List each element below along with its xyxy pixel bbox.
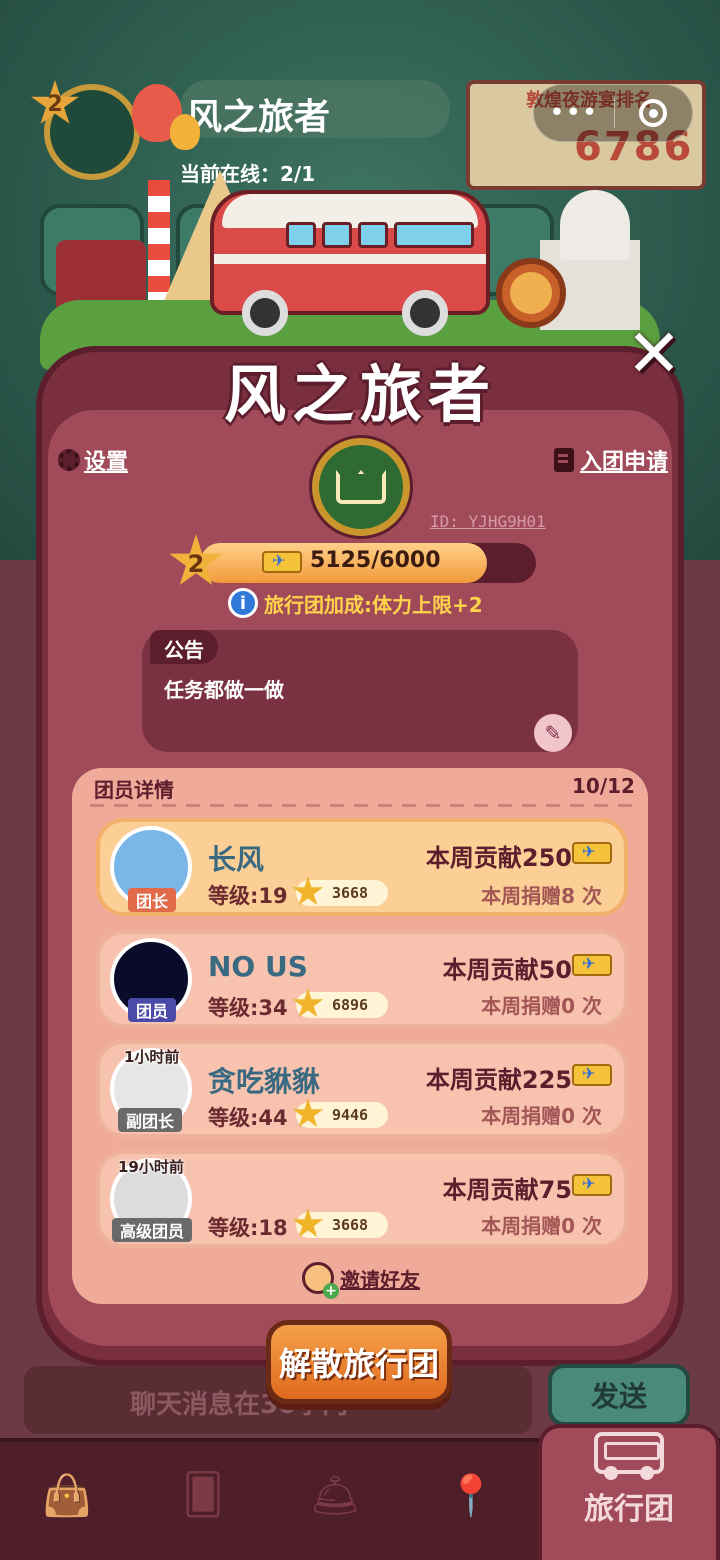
ticket-icon bbox=[572, 842, 612, 864]
member-contribution: 本周贡献75 bbox=[442, 1176, 572, 1204]
invite-friend-icon bbox=[302, 1262, 339, 1299]
close-button[interactable]: ✕ bbox=[622, 321, 686, 387]
lion-face bbox=[510, 272, 552, 314]
ticket-icon bbox=[262, 551, 302, 573]
member-role-badge: 团员 bbox=[128, 998, 177, 1022]
member-contribution: 本周贡献250 bbox=[425, 844, 572, 872]
bus-icon bbox=[594, 1432, 664, 1480]
member-last-online: 1小时前 bbox=[124, 1048, 180, 1066]
map-pin-icon: 📍 bbox=[446, 1472, 496, 1519]
van-window bbox=[286, 222, 316, 248]
edit-notice-button[interactable]: ✎ bbox=[534, 714, 572, 752]
van-window bbox=[394, 222, 474, 248]
more-menu-button[interactable]: ••• bbox=[534, 98, 614, 128]
van-window bbox=[358, 222, 388, 248]
member-level: 等级:44 bbox=[208, 1106, 288, 1130]
member-name: 长风 bbox=[208, 843, 265, 876]
gear-icon bbox=[58, 449, 80, 471]
join-requests-label: 入团申请 bbox=[580, 450, 669, 475]
member-level: 等级:19 bbox=[208, 884, 288, 908]
nav-team-label: 旅行团 bbox=[584, 1492, 674, 1527]
shop-bag-icon: 👜 bbox=[42, 1472, 92, 1519]
notice-label: 公告 bbox=[150, 630, 218, 664]
nav-service-tab[interactable]: 🛎 bbox=[300, 1460, 370, 1530]
member-donations: 本周捐赠8 次 bbox=[481, 884, 602, 908]
member-donations: 本周捐赠0 次 bbox=[481, 1214, 602, 1238]
member-contribution: 本周贡献225 bbox=[425, 1066, 572, 1094]
member-name: 贪吃貅貅 bbox=[208, 1065, 321, 1098]
notice-text: 任务都做一做 bbox=[164, 678, 284, 702]
service-bell-icon: 🛎 bbox=[309, 1472, 361, 1519]
member-name: NO US bbox=[208, 950, 308, 983]
info-icon[interactable]: i bbox=[228, 588, 258, 618]
van-wheel bbox=[242, 290, 288, 336]
team-exp-text: 5125/6000 bbox=[310, 548, 441, 573]
nav-shop-tab[interactable]: 👜 bbox=[32, 1460, 102, 1530]
member-last-online: 19小时前 bbox=[118, 1158, 184, 1176]
cards-icon: 🂠 bbox=[182, 1472, 224, 1518]
settings-label: 设置 bbox=[84, 450, 129, 475]
team-bonus-text: 旅行团加成:体力上限+2 bbox=[264, 592, 483, 617]
join-requests-link[interactable]: 入团申请 bbox=[554, 444, 668, 476]
ticket-icon bbox=[572, 1064, 612, 1086]
dialog-title: 风之旅者 bbox=[223, 358, 496, 431]
settings-link[interactable]: 设置 bbox=[58, 444, 128, 476]
member-role-badge: 团长 bbox=[128, 888, 177, 912]
van-stripe bbox=[214, 254, 486, 264]
hot-air-balloon-small-icon bbox=[170, 114, 200, 150]
invite-friends-link[interactable]: 邀请好友 bbox=[302, 1262, 420, 1299]
member-contribution: 本周贡献50 bbox=[442, 956, 572, 984]
nav-cards-tab[interactable]: 🂠 bbox=[168, 1460, 238, 1530]
team-id-value: YJHG9H01 bbox=[468, 512, 546, 531]
member-level: 等级:18 bbox=[208, 1216, 288, 1240]
team-bonus: i 旅行团加成:体力上限+2 bbox=[228, 588, 483, 618]
team-id[interactable]: ID: YJHG9H01 bbox=[430, 512, 546, 531]
van-window bbox=[322, 222, 352, 248]
ticket-icon bbox=[572, 1174, 612, 1196]
member-donations: 本周捐赠0 次 bbox=[481, 994, 602, 1018]
crown-icon bbox=[336, 470, 386, 504]
members-divider bbox=[90, 804, 634, 807]
document-edit-icon bbox=[554, 448, 574, 472]
nav-map-tab[interactable]: 📍 bbox=[436, 1460, 506, 1530]
target-icon bbox=[639, 99, 668, 127]
disband-team-button[interactable]: 解散旅行团 bbox=[266, 1320, 452, 1404]
pencil-icon: ✎ bbox=[544, 721, 562, 745]
van-wheel bbox=[402, 290, 448, 336]
members-count: 10/12 bbox=[572, 774, 635, 798]
taj-mahal-dome bbox=[560, 190, 630, 260]
miniprogram-capsule: ••• bbox=[533, 84, 693, 142]
close-miniprogram-button[interactable] bbox=[615, 99, 693, 127]
members-title: 团员详情 bbox=[94, 778, 174, 802]
invite-friends-label: 邀请好友 bbox=[340, 1267, 420, 1292]
ticket-icon bbox=[572, 954, 612, 976]
member-level: 等级:34 bbox=[208, 996, 288, 1020]
bg-team-title: 风之旅者 bbox=[186, 97, 331, 138]
team-emblem bbox=[312, 438, 410, 536]
member-role-badge: 副团长 bbox=[118, 1108, 183, 1132]
member-role-badge: 高级团员 bbox=[112, 1218, 193, 1242]
send-button[interactable]: 发送 bbox=[548, 1364, 690, 1426]
member-donations: 本周捐赠0 次 bbox=[481, 1104, 602, 1128]
